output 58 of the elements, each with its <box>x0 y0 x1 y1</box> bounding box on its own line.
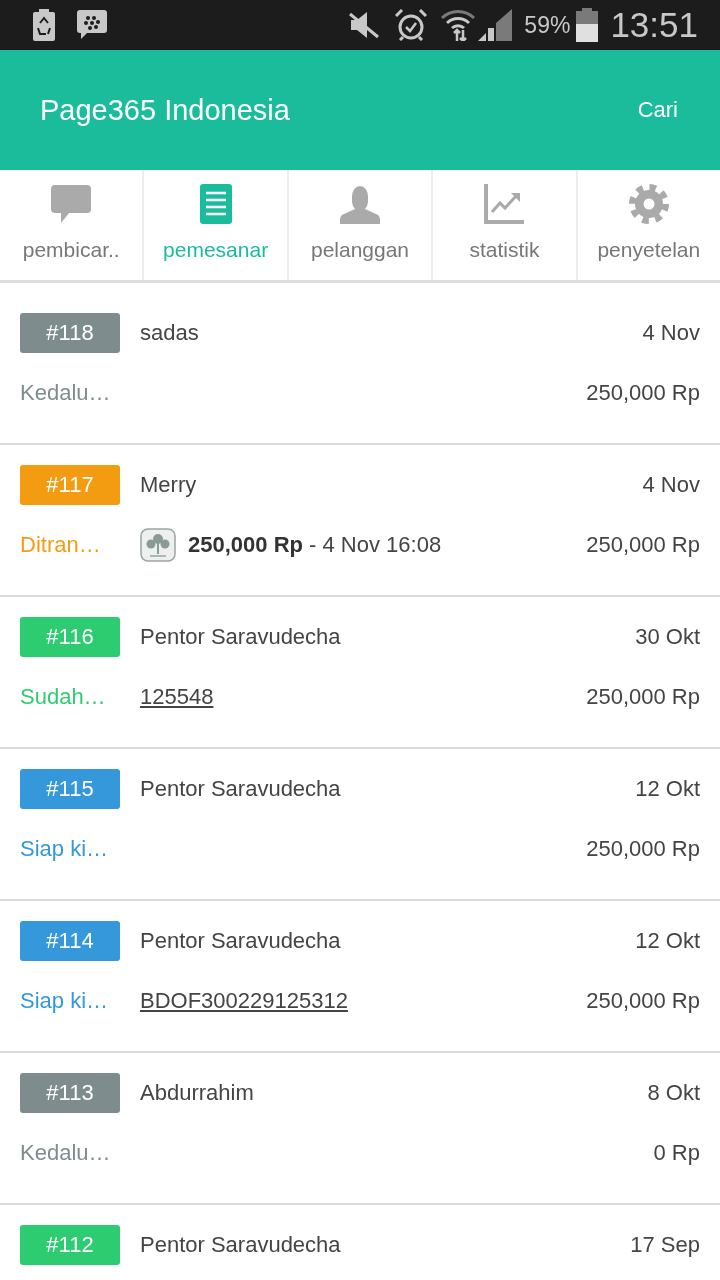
line-chart-icon <box>484 184 525 224</box>
order-amount: 0 Rp <box>653 1140 700 1166</box>
order-status: Siap ki… <box>20 988 110 1014</box>
customer-name: Pentor Saravudecha <box>140 624 342 650</box>
order-row[interactable]: #114 Pentor Saravudecha 12 Okt Siap ki… BDOF300229125312 250,000 Rp <box>0 901 720 1053</box>
order-row[interactable]: #116 Pentor Saravudecha 30 Okt Sudah… 125548 250,000 Rp <box>0 597 720 749</box>
order-row[interactable]: #117 Merry 4 Nov Ditran… 250,000 Rp - 4 Nov 16:08 250,000 Rp <box>0 445 720 597</box>
alarm-clock-icon <box>395 9 428 41</box>
order-date: 30 Okt <box>635 624 700 650</box>
signal-icon <box>478 9 513 41</box>
order-number-badge: #115 <box>20 769 120 809</box>
order-amount: 250,000 Rp <box>586 684 700 710</box>
order-status: Siap ki… <box>20 836 110 862</box>
chat-icon <box>77 10 107 40</box>
battery-icon <box>576 8 599 42</box>
bank-logo-icon <box>140 528 176 562</box>
order-row[interactable]: #112 Pentor Saravudecha 17 Sep <box>0 1205 720 1280</box>
chat-bubble-icon <box>51 184 92 224</box>
order-date: 12 Okt <box>635 776 700 802</box>
battery-recycle-icon <box>33 9 55 41</box>
battery-percentage: 59% <box>524 11 571 39</box>
order-amount: 250,000 Rp <box>586 988 700 1014</box>
customer-name: Pentor Saravudecha <box>140 776 342 802</box>
app-title: Page365 Indonesia <box>40 93 290 127</box>
order-number-badge: #118 <box>20 313 120 353</box>
wifi-icon <box>441 9 476 41</box>
order-status: Kedalu… <box>20 380 112 406</box>
tracking-number-link[interactable]: 125548 <box>140 684 214 710</box>
customer-name: Abdurrahim <box>140 1080 255 1106</box>
order-date: 8 Okt <box>647 1080 700 1106</box>
tracking-number-link[interactable]: BDOF300229125312 <box>140 988 348 1014</box>
clock-time: 13:51 <box>610 5 698 45</box>
order-number-badge: #117 <box>20 465 120 505</box>
customer-name: Pentor Saravudecha <box>140 1232 342 1258</box>
settings-icon <box>628 184 669 224</box>
order-number-badge: #116 <box>20 617 120 657</box>
payment-info: 250,000 Rp - 4 Nov 16:08 <box>188 532 442 558</box>
order-amount: 250,000 Rp <box>586 532 700 558</box>
customer-name: Merry <box>140 472 198 498</box>
order-amount: 250,000 Rp <box>586 380 700 406</box>
order-amount: 250,000 Rp <box>586 836 700 862</box>
order-date: 4 Nov <box>642 472 700 498</box>
order-number-badge: #113 <box>20 1073 120 1113</box>
mute-icon <box>349 11 380 39</box>
order-row[interactable]: #113 Abdurrahim 8 Okt Kedalu… 0 Rp <box>0 1053 720 1205</box>
customer-name: sadas <box>140 320 200 346</box>
order-number-badge: #114 <box>20 921 120 961</box>
order-status: Kedalu… <box>20 1140 112 1166</box>
order-row[interactable]: #115 Pentor Saravudecha 12 Okt Siap ki… 250,000 Rp <box>0 749 720 901</box>
order-date: 12 Okt <box>635 928 700 954</box>
order-date: 17 Sep <box>630 1232 700 1258</box>
order-status: Ditran… <box>20 532 102 558</box>
customer-name: Pentor Saravudecha <box>140 928 342 954</box>
order-date: 4 Nov <box>642 320 700 346</box>
order-row[interactable]: #118 sadas 4 Nov Kedalu… 250,000 Rp <box>0 293 720 445</box>
order-status: Sudah… <box>20 684 107 710</box>
order-number-badge: #112 <box>20 1225 120 1265</box>
person-icon <box>340 184 380 224</box>
